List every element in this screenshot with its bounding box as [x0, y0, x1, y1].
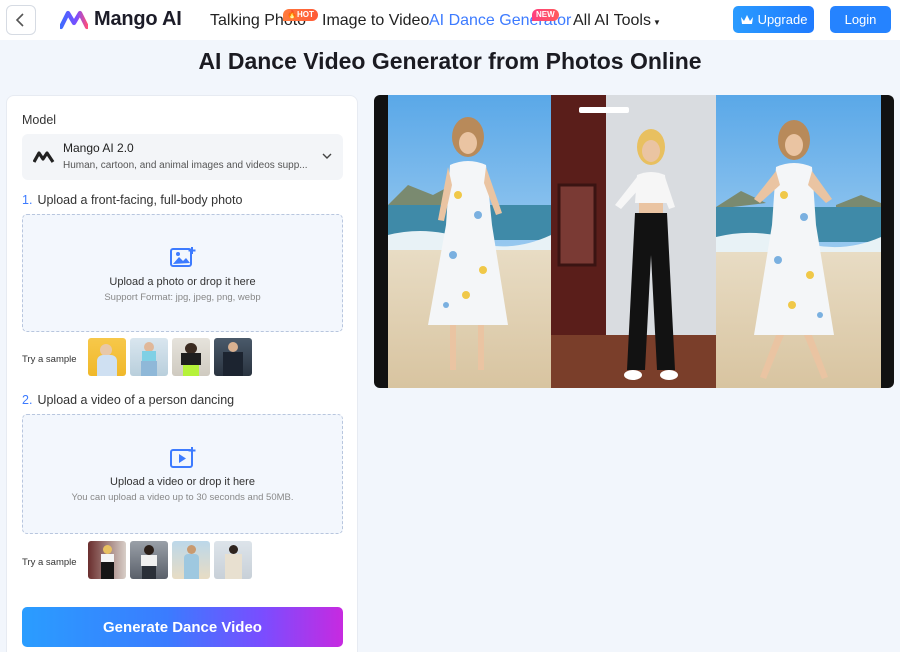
- nav-all-ai-tools[interactable]: All AI Tools ▼: [573, 12, 661, 30]
- model-label: Model: [22, 113, 57, 127]
- mango-logo-icon: [60, 10, 88, 29]
- try-sample-label: Try a sample: [22, 354, 77, 365]
- top-nav-bar: Mango AI Talking Photo 🔥HOT Image to Vid…: [0, 0, 900, 40]
- video-upload-limits: You can upload a video up to 30 seconds …: [71, 492, 294, 503]
- photo-sample-2[interactable]: [130, 338, 168, 376]
- preview-result-video: [716, 95, 881, 388]
- video-sample-1[interactable]: [88, 541, 126, 579]
- upgrade-button[interactable]: Upgrade: [733, 6, 814, 33]
- crown-icon: [740, 14, 753, 24]
- logo[interactable]: Mango AI: [60, 8, 182, 31]
- step-1-label: 1. Upload a front-facing, full-body photo: [22, 193, 243, 207]
- model-name: Mango AI 2.0: [63, 141, 134, 155]
- try-sample-label: Try a sample: [22, 557, 77, 568]
- preview-dance-video: [551, 95, 716, 388]
- chevron-left-icon: [15, 13, 24, 27]
- page-title: AI Dance Video Generator from Photos Onl…: [198, 48, 702, 74]
- model-description: Human, cartoon, and animal images and vi…: [63, 160, 308, 171]
- video-sample-2[interactable]: [130, 541, 168, 579]
- preview-source-photo: [388, 95, 551, 388]
- photo-upload-area[interactable]: Upload a photo or drop it here Support F…: [22, 214, 343, 332]
- generate-dance-video-button[interactable]: Generate Dance Video: [22, 607, 343, 647]
- generator-panel: Model Mango AI 2.0 Human, cartoon, and a…: [6, 95, 358, 652]
- photo-upload-formats: Support Format: jpg, jpeg, png, webp: [104, 292, 261, 303]
- step-2-label: 2. Upload a video of a person dancing: [22, 393, 235, 407]
- photo-sample-4[interactable]: [214, 338, 252, 376]
- new-badge: NEW: [532, 9, 559, 21]
- video-samples: [88, 541, 252, 579]
- photo-sample-1[interactable]: [88, 338, 126, 376]
- nav-image-to-video[interactable]: Image to Video: [322, 12, 429, 30]
- photo-sample-3[interactable]: [172, 338, 210, 376]
- image-upload-icon: [170, 247, 196, 267]
- model-select[interactable]: Mango AI 2.0 Human, cartoon, and animal …: [22, 134, 343, 180]
- back-button[interactable]: [6, 5, 36, 35]
- video-upload-icon: [170, 447, 196, 468]
- video-upload-title: Upload a video or drop it here: [110, 476, 255, 488]
- model-logo-icon: [33, 151, 55, 163]
- video-upload-area[interactable]: Upload a video or drop it here You can u…: [22, 414, 343, 534]
- dance-preview: [374, 95, 894, 388]
- login-button[interactable]: Login: [830, 6, 891, 33]
- photo-upload-title: Upload a photo or drop it here: [109, 276, 256, 288]
- photo-samples: [88, 338, 252, 376]
- caret-down-icon: ▼: [652, 18, 661, 27]
- chevron-down-icon: [322, 153, 332, 159]
- video-sample-3[interactable]: [172, 541, 210, 579]
- logo-text: Mango AI: [94, 8, 182, 30]
- hot-badge: 🔥HOT: [283, 9, 318, 21]
- video-sample-4[interactable]: [214, 541, 252, 579]
- fire-icon: 🔥: [287, 10, 297, 19]
